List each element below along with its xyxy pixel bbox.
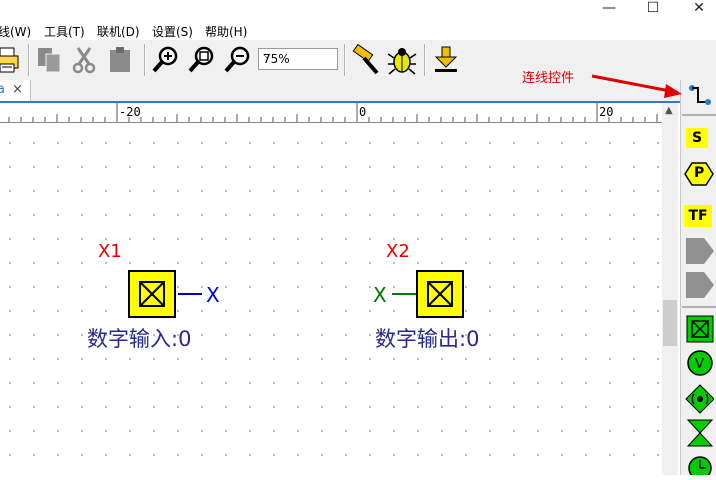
close-button[interactable]: ✕ — [684, 0, 714, 20]
panel-divider — [682, 306, 716, 308]
output-port-wire[interactable] — [178, 293, 202, 295]
tab-close-icon[interactable]: × — [12, 82, 23, 97]
input-port-label: X — [373, 283, 387, 307]
diamond-signal-icon — [685, 384, 715, 414]
p-block-label: P — [694, 165, 705, 181]
download-icon — [434, 46, 458, 72]
pentagon-arrow-icon — [686, 238, 714, 264]
svg-text:V: V — [695, 357, 704, 372]
compile-button[interactable] — [350, 43, 382, 76]
block-tag-x2: X2 — [386, 241, 410, 262]
timer-block-button[interactable] — [684, 450, 714, 480]
zoom-select[interactable]: 75% ⌵ — [258, 48, 338, 70]
cut-button[interactable] — [68, 44, 100, 76]
ruler-label-20: 20 — [599, 105, 614, 119]
arrow-block-button-2[interactable] — [684, 270, 714, 300]
ruler-ticks — [8, 103, 658, 122]
sensor-block-button[interactable] — [684, 384, 715, 414]
zoom-in-icon — [152, 46, 178, 73]
debug-button[interactable] — [386, 44, 418, 76]
ruler-label-neg20: -20 — [119, 105, 141, 119]
circle-v-icon: V — [687, 350, 713, 376]
clock-icon — [688, 456, 712, 480]
menu-bar: 线(W) 工具(T) 联机(D) 设置(S) 帮助(H) — [0, 20, 716, 40]
ruler: -20 0 20 — [0, 103, 662, 123]
toolbar-separator — [424, 44, 426, 76]
toolbar-separator — [28, 44, 30, 76]
title-bar: — ☐ ✕ — [0, 0, 716, 20]
s-block-button[interactable]: S — [686, 128, 708, 148]
pentagon-arrow-icon — [686, 272, 714, 298]
zoom-fit-button[interactable] — [186, 44, 218, 76]
cross-box-green-icon — [686, 315, 714, 343]
scissors-icon — [72, 47, 96, 74]
toolbar-separator — [144, 44, 146, 76]
hourglass-icon — [686, 419, 714, 447]
annotation-label: 连线控件 — [522, 71, 575, 86]
menu-online[interactable]: 联机(D) — [97, 23, 140, 40]
chevron-down-icon: ⌵ — [263, 50, 271, 61]
bug-icon — [387, 48, 417, 75]
zoom-out-icon — [224, 46, 250, 73]
scrollbar-thumb[interactable] — [663, 300, 677, 346]
valve-block-button[interactable]: V — [684, 348, 714, 378]
menu-tools[interactable]: 工具(T) — [44, 23, 85, 40]
diagram-canvas[interactable]: X1 X 数字输入:0 X2 X 数字输出:0 — [0, 123, 662, 475]
copy-icon — [38, 48, 61, 73]
cross-box-icon — [139, 281, 165, 307]
menu-help[interactable]: 帮助(H) — [205, 23, 247, 40]
digital-output-block[interactable] — [416, 270, 464, 318]
p-block-button[interactable]: P — [684, 160, 714, 190]
hourglass-block-button[interactable] — [684, 418, 714, 448]
paste-button[interactable] — [104, 44, 136, 76]
minimize-button[interactable]: — — [594, 0, 624, 20]
tab-edge: а — [0, 82, 5, 97]
annotation-arrow-icon — [591, 74, 682, 98]
wire-tool-button[interactable] — [684, 80, 714, 110]
block-label-digital-input: 数字输入:0 — [87, 327, 192, 351]
print-button[interactable] — [0, 44, 24, 76]
copy-button[interactable] — [34, 44, 66, 76]
block-label-digital-output: 数字输出:0 — [375, 327, 480, 351]
input-port-wire[interactable] — [392, 293, 416, 295]
menu-line[interactable]: 线(W) — [0, 23, 31, 40]
digital-input-block[interactable] — [128, 270, 176, 318]
download-button[interactable] — [430, 44, 462, 76]
printer-icon — [0, 47, 19, 73]
tf-block-button[interactable]: TF — [684, 205, 712, 227]
block-tag-x1: X1 — [98, 241, 122, 262]
document-tab[interactable]: а × — [0, 80, 31, 102]
arrow-block-button-1[interactable] — [684, 236, 714, 266]
clipboard-icon — [110, 47, 130, 72]
hammer-icon — [352, 43, 379, 75]
scroll-up-icon[interactable]: ▲ — [665, 105, 673, 116]
maximize-button[interactable]: ☐ — [638, 0, 668, 20]
ruler-label-0: 0 — [359, 105, 367, 119]
io-block-button[interactable] — [684, 314, 714, 344]
wire-connector-icon — [689, 85, 711, 105]
panel-divider — [682, 114, 716, 116]
vertical-scrollbar[interactable]: ▲ — [662, 103, 678, 475]
zoom-fit-icon — [188, 46, 214, 73]
cross-box-icon — [427, 281, 453, 307]
tab-strip — [0, 80, 680, 102]
toolbar-separator — [344, 44, 346, 76]
zoom-in-button[interactable] — [150, 44, 182, 76]
menu-settings[interactable]: 设置(S) — [152, 23, 193, 40]
output-port-label: X — [206, 283, 220, 307]
zoom-out-button[interactable] — [222, 44, 254, 76]
